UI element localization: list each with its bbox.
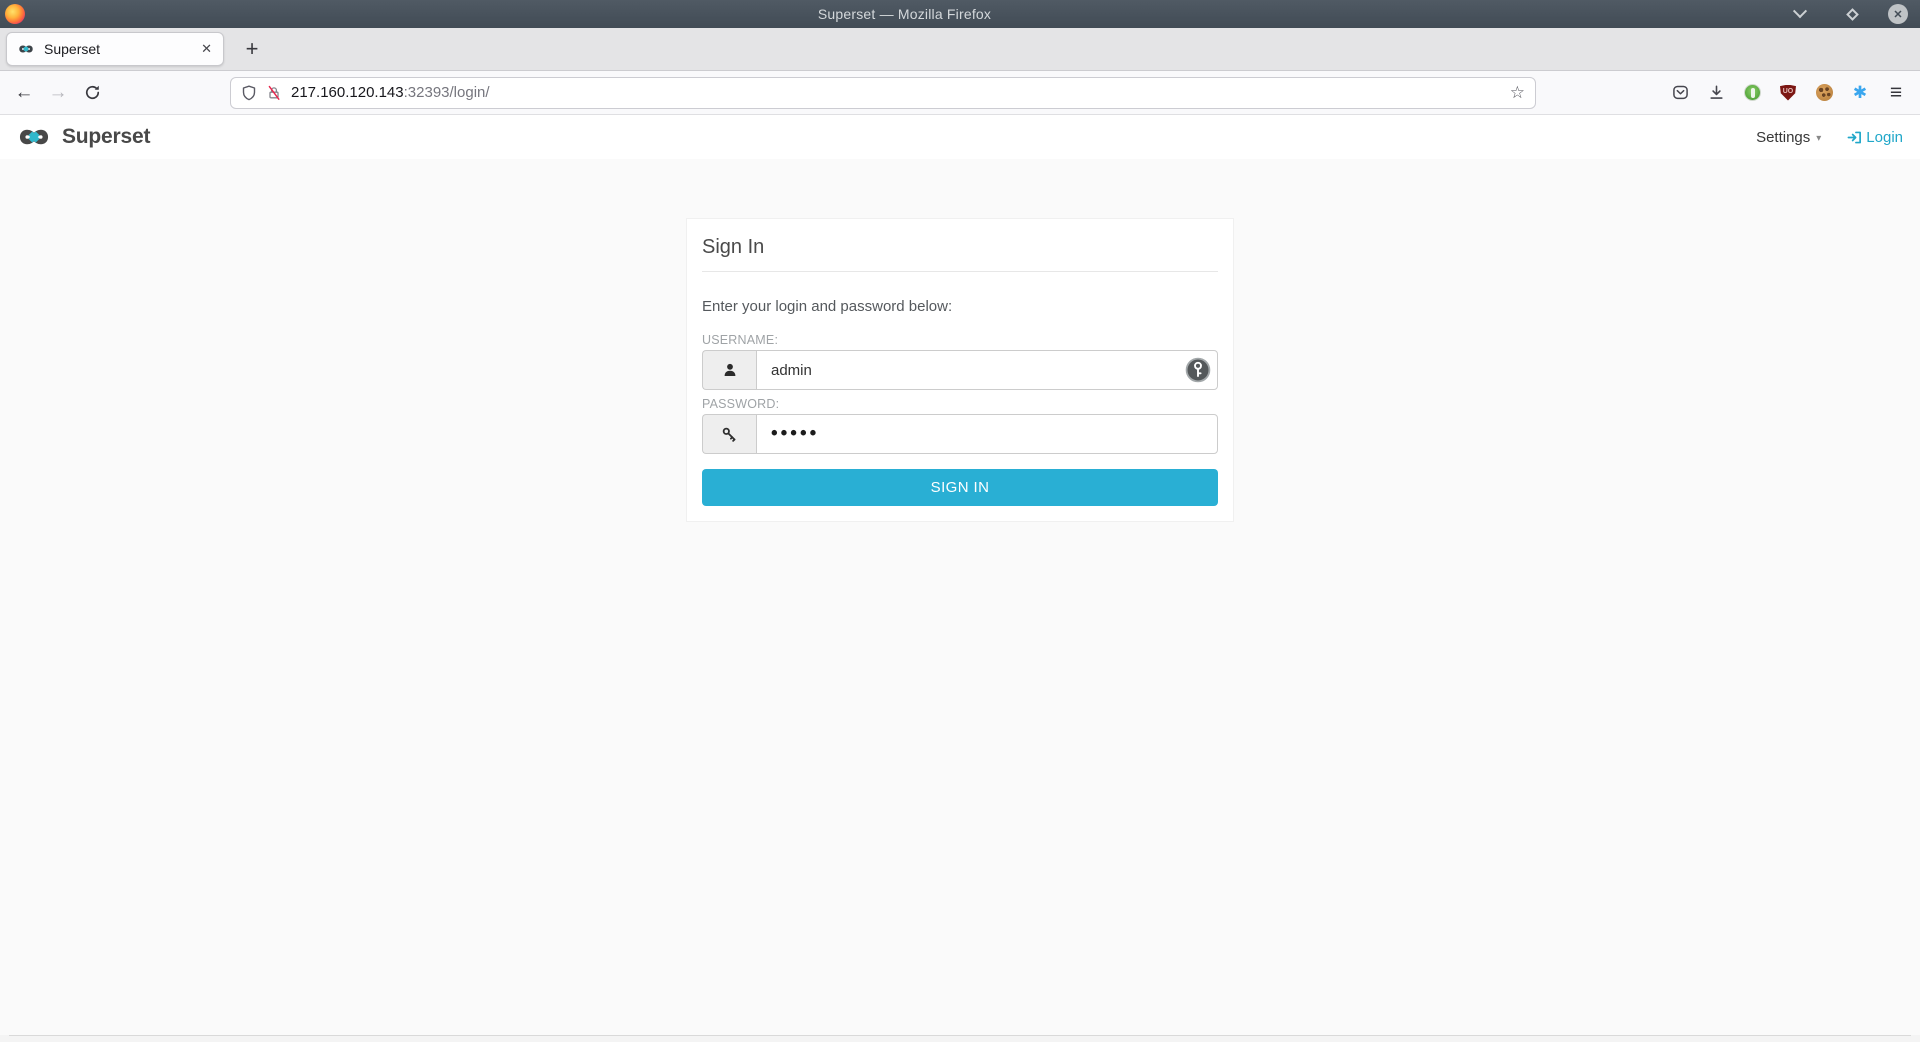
hamburger-menu-icon: ≡ bbox=[1890, 81, 1902, 105]
superset-brand-link[interactable]: Superset bbox=[13, 125, 150, 149]
browser-tab-superset[interactable]: Superset ✕ bbox=[6, 32, 224, 66]
window-minimize-button[interactable] bbox=[1784, 0, 1816, 30]
brand-name: Superset bbox=[62, 125, 150, 149]
window-titlebar: Superset — Mozilla Firefox ✕ bbox=[0, 0, 1920, 28]
username-input[interactable] bbox=[756, 350, 1218, 390]
username-addon bbox=[702, 350, 756, 390]
reload-icon bbox=[84, 84, 101, 101]
downloads-button[interactable] bbox=[1700, 77, 1732, 109]
privacy-badger-icon bbox=[1744, 84, 1761, 101]
reload-button[interactable] bbox=[76, 77, 108, 109]
ublock-letters: UO bbox=[1783, 88, 1794, 95]
panel-title: Sign In bbox=[702, 236, 1218, 259]
privacy-badger-extension-button[interactable] bbox=[1736, 77, 1768, 109]
url-text: 217.160.120.143:32393/login/ bbox=[291, 84, 1501, 101]
password-label: PASSWORD: bbox=[702, 397, 1218, 411]
firefox-icon bbox=[5, 4, 25, 24]
key-icon bbox=[721, 426, 738, 443]
page-footer bbox=[0, 1035, 1920, 1042]
superset-navbar: Superset Settings ▾ Login bbox=[0, 115, 1920, 159]
sign-in-button[interactable]: SIGN IN bbox=[702, 469, 1218, 506]
ublock-shield-icon: UO bbox=[1780, 85, 1796, 101]
window-close-button[interactable]: ✕ bbox=[1888, 4, 1908, 24]
sign-in-icon bbox=[1847, 130, 1862, 145]
app-menu-button[interactable]: ≡ bbox=[1880, 77, 1912, 109]
tracking-protection-shield-icon[interactable] bbox=[241, 85, 257, 101]
password-addon bbox=[702, 414, 756, 454]
cookie-icon bbox=[1816, 84, 1833, 101]
window-maximize-button[interactable] bbox=[1836, 0, 1868, 30]
login-link[interactable]: Login bbox=[1847, 129, 1903, 146]
settings-label: Settings bbox=[1756, 129, 1810, 146]
superset-logo bbox=[13, 125, 55, 149]
caret-down-icon: ▾ bbox=[1816, 131, 1821, 144]
tab-title: Superset bbox=[44, 41, 191, 57]
password-group bbox=[702, 414, 1218, 454]
url-host: 217.160.120.143 bbox=[291, 84, 404, 101]
login-instruction: Enter your login and password below: bbox=[702, 298, 1218, 315]
cookie-extension-button[interactable] bbox=[1808, 77, 1840, 109]
ublock-origin-extension-button[interactable]: UO bbox=[1772, 77, 1804, 109]
superset-favicon bbox=[16, 43, 36, 55]
settings-menu[interactable]: Settings ▾ bbox=[1756, 129, 1821, 146]
keepassxc-autofill-icon[interactable] bbox=[1185, 357, 1211, 388]
chevron-down-icon bbox=[1793, 4, 1807, 18]
asterisk-icon: ✱ bbox=[1853, 84, 1867, 101]
username-label: USERNAME: bbox=[702, 333, 1218, 347]
forward-button[interactable]: → bbox=[42, 77, 74, 109]
close-icon: ✕ bbox=[1893, 8, 1902, 21]
panel-header: Sign In bbox=[702, 219, 1218, 272]
pocket-button[interactable] bbox=[1664, 77, 1696, 109]
footer-divider bbox=[9, 1035, 1911, 1036]
download-icon bbox=[1708, 84, 1725, 101]
sign-in-panel: Sign In Enter your login and password be… bbox=[686, 218, 1234, 522]
window-title: Superset — Mozilla Firefox bbox=[25, 6, 1784, 22]
back-button[interactable]: ← bbox=[8, 77, 40, 109]
container-extension-button[interactable]: ✱ bbox=[1844, 77, 1876, 109]
diamond-icon bbox=[1846, 8, 1859, 21]
user-icon bbox=[722, 362, 738, 378]
password-input[interactable] bbox=[756, 414, 1218, 454]
insecure-lock-icon[interactable] bbox=[266, 85, 282, 101]
browser-toolbar: ← → 217.160.120.143:32393/login/ ☆ bbox=[0, 71, 1920, 115]
panel-body: Enter your login and password below: USE… bbox=[687, 272, 1233, 521]
username-group bbox=[702, 350, 1218, 390]
tab-close-button[interactable]: ✕ bbox=[199, 41, 214, 57]
bookmark-star-icon[interactable]: ☆ bbox=[1510, 83, 1525, 103]
pocket-icon bbox=[1672, 84, 1689, 101]
toolbar-extensions-area: UO ✱ ≡ bbox=[1664, 77, 1912, 109]
url-path: :32393/login/ bbox=[404, 84, 490, 101]
page-content: Sign In Enter your login and password be… bbox=[0, 159, 1920, 1035]
new-tab-button[interactable]: + bbox=[236, 33, 268, 65]
url-bar[interactable]: 217.160.120.143:32393/login/ ☆ bbox=[230, 77, 1536, 109]
login-label: Login bbox=[1866, 129, 1903, 146]
tab-strip: Superset ✕ + bbox=[0, 28, 1920, 71]
